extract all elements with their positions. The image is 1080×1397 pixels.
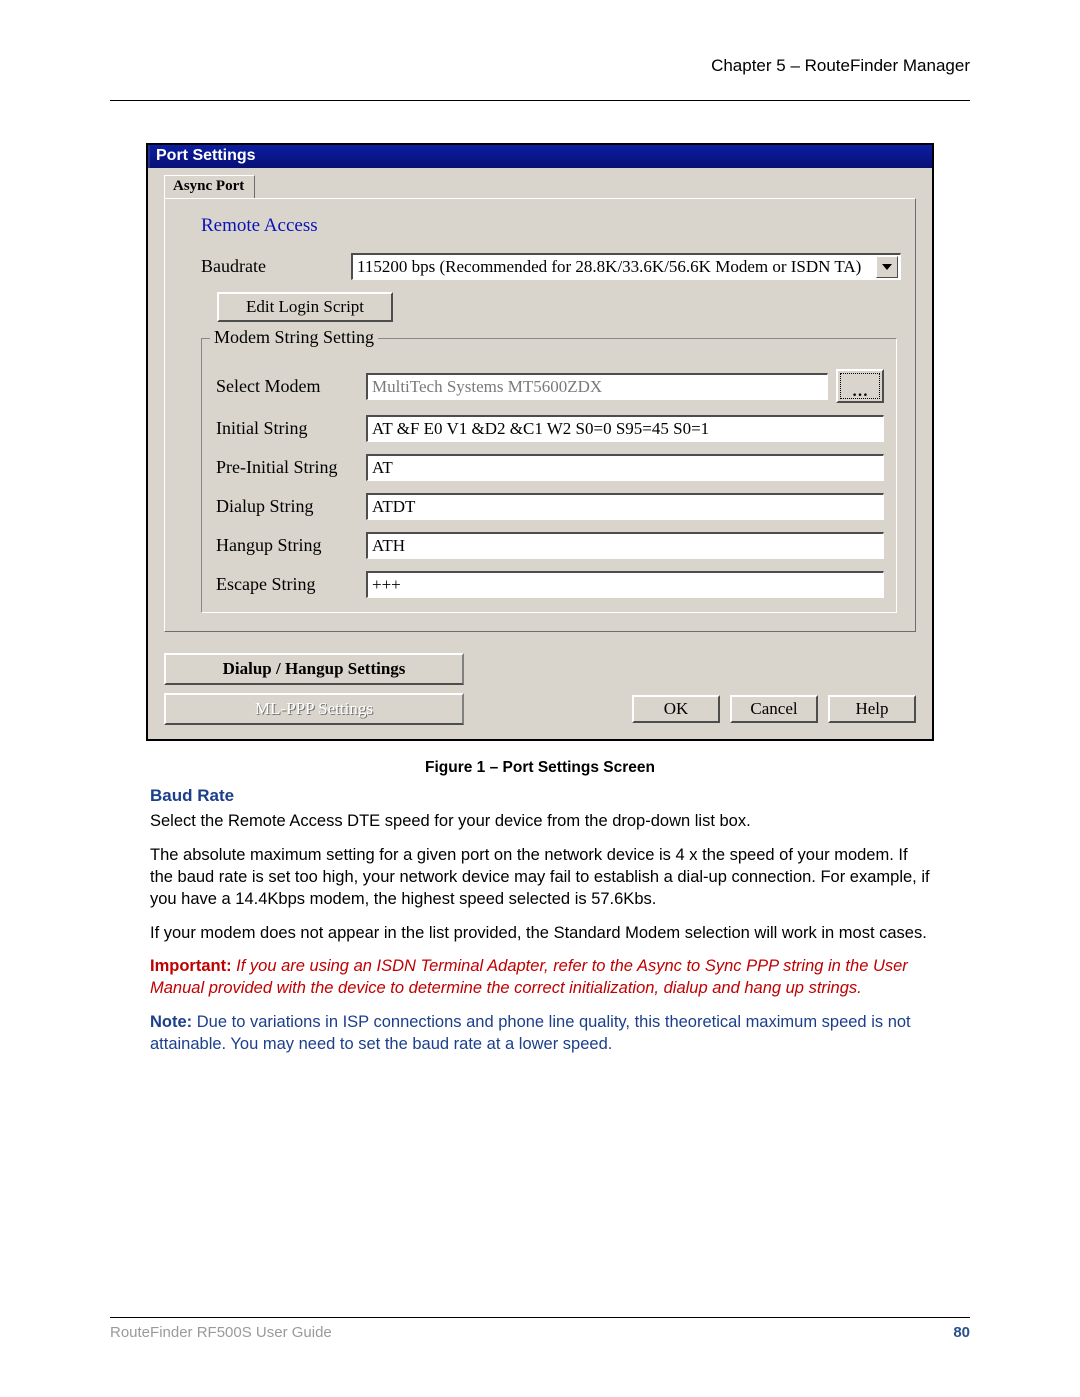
baud-rate-heading: Baud Rate [150, 785, 930, 807]
figure-caption: Figure 1 – Port Settings Screen [110, 759, 970, 777]
select-modem-label: Select Modem [216, 376, 366, 397]
hangup-string-input[interactable]: ATH [366, 532, 884, 559]
important-text: If you are using an ISDN Terminal Adapte… [150, 957, 908, 997]
select-modem-value: MultiTech Systems MT5600ZDX [372, 376, 602, 398]
remote-access-heading: Remote Access [201, 215, 901, 237]
header-rule [110, 100, 970, 101]
baudrate-select[interactable]: 115200 bps (Recommended for 28.8K/33.6K/… [351, 253, 901, 280]
escape-string-label: Escape String [216, 574, 366, 595]
dialog-titlebar: Port Settings [148, 145, 932, 168]
modem-string-legend: Modem String Setting [210, 327, 378, 348]
baudrate-value: 115200 bps (Recommended for 28.8K/33.6K/… [357, 256, 861, 278]
doc-paragraph: Select the Remote Access DTE speed for y… [150, 811, 930, 833]
footer-page-number: 80 [953, 1324, 970, 1341]
footer-guide: RouteFinder RF500S User Guide [110, 1324, 332, 1341]
page-header: Chapter 5 – RouteFinder Manager [110, 56, 970, 86]
ok-button[interactable]: OK [632, 695, 720, 723]
important-note: Important: If you are using an ISDN Term… [150, 956, 930, 1000]
dialup-hangup-settings-button[interactable]: Dialup / Hangup Settings [164, 653, 464, 685]
tab-async-port[interactable]: Async Port [164, 175, 255, 199]
initial-string-input[interactable]: AT &F E0 V1 &D2 &C1 W2 S0=0 S95=45 S0=1 [366, 415, 884, 442]
cancel-button[interactable]: Cancel [730, 695, 818, 723]
dialup-string-input[interactable]: ATDT [366, 493, 884, 520]
doc-paragraph: The absolute maximum setting for a given… [150, 845, 930, 910]
hangup-string-label: Hangup String [216, 535, 366, 556]
ml-ppp-settings-button: ML-PPP Settings [164, 693, 464, 725]
help-button[interactable]: Help [828, 695, 916, 723]
note-paragraph: Note: Due to variations in ISP connectio… [150, 1012, 930, 1056]
escape-string-input[interactable]: +++ [366, 571, 884, 598]
edit-login-script-button[interactable]: Edit Login Script [217, 292, 393, 322]
port-settings-dialog: Port Settings Async Port Remote Access B… [146, 143, 934, 741]
baudrate-label: Baudrate [201, 256, 351, 277]
ml-ppp-label: ML-PPP Settings [255, 699, 373, 719]
browse-modem-button[interactable]: … [836, 369, 884, 403]
doc-paragraph: If your modem does not appear in the lis… [150, 923, 930, 945]
note-label: Note: [150, 1013, 192, 1031]
pre-initial-string-input[interactable]: AT [366, 454, 884, 481]
select-modem-field: MultiTech Systems MT5600ZDX [366, 373, 828, 400]
initial-string-label: Initial String [216, 418, 366, 439]
important-label: Important: [150, 957, 232, 975]
dialup-string-label: Dialup String [216, 496, 366, 517]
chevron-down-icon[interactable] [876, 256, 898, 278]
note-text: Due to variations in ISP connections and… [150, 1013, 911, 1053]
pre-initial-string-label: Pre-Initial String [216, 457, 366, 478]
modem-string-group: Modem String Setting Select Modem MultiT… [201, 338, 897, 613]
